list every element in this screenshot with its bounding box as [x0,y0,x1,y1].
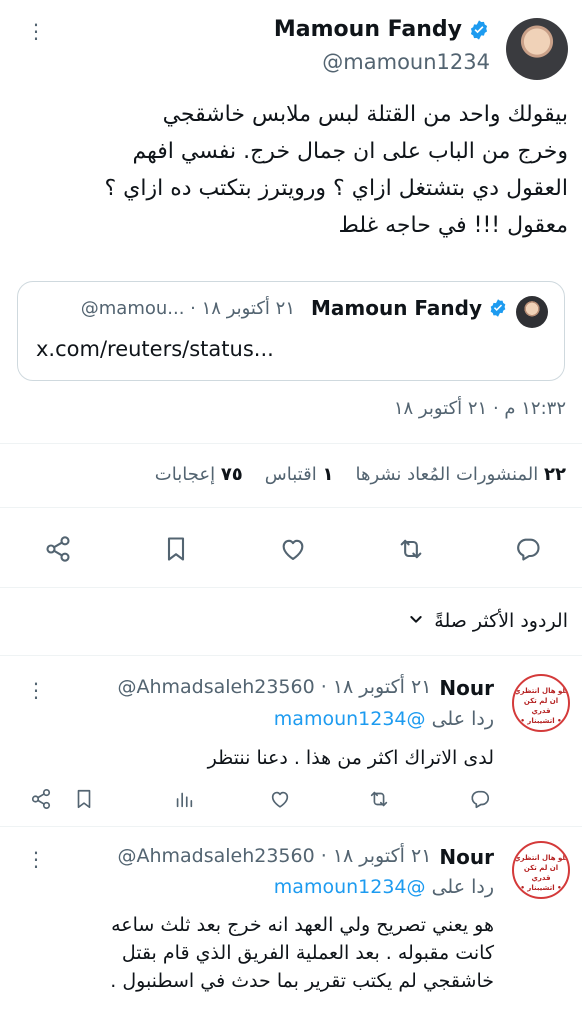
stats-row: ٢٢ المنشورات المُعاد نشرها ١ اقتباس ٧٥ إ… [155,464,566,485]
reply-author-name[interactable]: Nour [439,845,494,869]
replies-sort-label: الردود الأكثر صلةً [434,610,568,632]
replying-to-handle[interactable]: @mamoun1234 [274,876,426,898]
avatar-text-line: • اتشيبنار • [520,717,562,725]
author-handle[interactable]: @mamoun1234 [322,50,490,74]
author-name-row[interactable]: Mamoun Fandy [274,17,490,42]
likes-count: ٧٥ [220,464,243,485]
tweet-text-line: العقول دي بتشتغل ازاي ؟ ورويترز بتكتب ده… [104,176,568,201]
repost-icon[interactable] [368,788,390,810]
reply-handle-date[interactable]: @Ahmadsaleh23560 · ٢١ أكتوبر ١٨ [117,676,431,700]
reply-text-line: خاشقجي لم يكتب تقرير بما حدث في اسطنبول … [110,970,494,992]
replying-to-prefix: ردا على [431,708,494,730]
reply-handle-date[interactable]: @Ahmadsaleh23560 · ٢١ أكتوبر ١٨ [117,845,431,869]
reposts-stat[interactable]: ٢٢ المنشورات المُعاد نشرها [355,464,566,485]
reposts-count: ٢٢ [544,464,566,485]
avatar-text-line: بلو هال انتظري [514,687,568,695]
avatar-text-line: ان لم تكن قدري [523,864,559,882]
reply-item[interactable]: بلو هال انتظري ان لم تكن قدري • اتشيبنار… [0,827,582,1024]
like-icon[interactable] [279,535,307,563]
replying-to: ردا على @mamoun1234 [274,708,494,730]
tweet-text-line: وخرج من الباب على ان جمال خرج. نفسي افهم [132,139,569,164]
replies-sort-dropdown[interactable]: الردود الأكثر صلةً [408,610,568,632]
more-options-icon[interactable]: ⋮ [26,21,46,41]
views-icon[interactable] [173,788,195,810]
reply-more-options-icon[interactable]: ⋮ [26,847,46,871]
reply-text-line: كانت مقبوله . بعد العملية الفريق الذي قا… [121,942,494,964]
divider [0,443,582,444]
quotes-stat[interactable]: ١ اقتباس [265,464,334,485]
reply-text-line: لدى الاتراك اكثر من هذا . دعنا ننتظر [207,747,494,769]
reply-more-options-icon[interactable]: ⋮ [26,678,46,702]
bookmark-icon[interactable] [162,535,190,563]
avatar-text-line: • اتشيبنار • [520,884,562,892]
replying-to-handle[interactable]: @mamoun1234 [274,708,426,730]
tweet-timestamp[interactable]: ١٢:٣٢ م · ٢١ أكتوبر ١٨ [394,398,566,419]
reply-header: @Ahmadsaleh23560 · ٢١ أكتوبر ١٨ Nour [117,676,494,700]
reply-text-line: هو يعني تصريح ولي العهد انه خرج بعد ثلث … [111,914,494,936]
reply-icon[interactable] [469,788,491,810]
divider [0,507,582,508]
avatar-text-line: ان لم تكن قدري [523,697,559,715]
quotes-label: اقتباس [264,464,317,485]
reply-avatar[interactable]: بلو هال انتظري ان لم تكن قدري • اتشيبنار… [512,674,570,732]
quoted-author-avatar [516,296,548,328]
replying-to: ردا على @mamoun1234 [274,876,494,898]
reply-icon[interactable] [514,535,542,563]
avatar-text-line: بلو هال انتظري [514,854,568,862]
quoted-link[interactable]: x.com/reuters/status... [36,337,274,361]
tweet-text-line: بيقولك واحد من القتلة لبس ملابس خاشقجي [162,102,568,127]
reply-avatar[interactable]: بلو هال انتظري ان لم تكن قدري • اتشيبنار… [512,841,570,899]
quoted-header: @mamou... · ٢١ أكتوبر ١٨ Mamoun Fandy [81,296,508,320]
replying-to-prefix: ردا على [431,876,494,898]
repost-icon[interactable] [397,535,425,563]
quoted-tweet-card[interactable]: @mamou... · ٢١ أكتوبر ١٨ Mamoun Fandy x.… [17,281,565,381]
quoted-meta: @mamou... · ٢١ أكتوبر ١٨ [80,297,295,319]
reply-text: لدى الاتراك اكثر من هذا . دعنا ننتظر [208,744,494,772]
reply-header: @Ahmadsaleh23560 · ٢١ أكتوبر ١٨ Nour [117,845,494,869]
reply-author-name[interactable]: Nour [439,676,494,700]
like-icon[interactable] [269,788,291,810]
author-avatar[interactable] [506,18,568,80]
chevron-down-icon [408,610,424,632]
share-icon[interactable] [30,788,52,810]
bookmark-icon[interactable] [73,788,95,810]
quoted-verified-badge-icon [488,298,508,318]
tweet-text-line: معقول !!! في حاجه غلط [338,213,568,238]
divider [0,587,582,588]
reply-text: هو يعني تصريح ولي العهد انه خرج بعد ثلث … [14,911,494,995]
reposts-label: المنشورات المُعاد نشرها [355,464,539,485]
share-icon[interactable] [44,535,72,563]
tweet-text: بيقولك واحد من القتلة لبس ملابس خاشقجي و… [12,96,568,244]
quotes-count: ١ [322,464,334,485]
likes-stat[interactable]: ٧٥ إعجابات [155,464,243,485]
reply-item[interactable]: بلو هال انتظري ان لم تكن قدري • اتشيبنار… [0,656,582,826]
quoted-author-name: Mamoun Fandy [311,296,482,320]
author-name[interactable]: Mamoun Fandy [274,17,462,42]
verified-badge-icon [468,19,490,41]
likes-label: إعجابات [154,464,216,485]
